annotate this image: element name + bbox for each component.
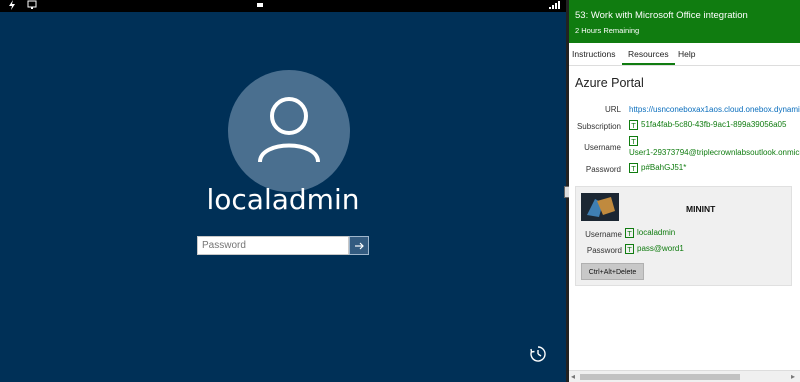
lab-panel: 53: Work with Microsoft Office integrati… bbox=[569, 0, 800, 382]
vm-username-text: localadmin bbox=[637, 228, 676, 238]
type-text-icon[interactable]: T bbox=[629, 120, 638, 130]
vm-login-screen: localadmin bbox=[0, 0, 566, 382]
lightning-icon[interactable] bbox=[8, 0, 16, 12]
vm-thumbnail[interactable] bbox=[581, 193, 619, 221]
horizontal-scrollbar[interactable]: ◂ ▸ bbox=[569, 370, 800, 382]
user-avatar bbox=[228, 70, 350, 192]
subscription-label: Subscription bbox=[576, 122, 621, 131]
vm-toolbar bbox=[0, 0, 566, 12]
user-icon bbox=[258, 97, 320, 163]
type-text-icon[interactable]: T bbox=[629, 136, 638, 146]
type-text-icon[interactable]: T bbox=[625, 228, 634, 238]
subscription-text: 51fa4fab-5c80-43fb-9ac1-899a39056a05 bbox=[641, 120, 787, 130]
submit-button[interactable] bbox=[349, 236, 369, 255]
vm-name: MININT bbox=[686, 204, 716, 214]
vm-username-value[interactable]: Tlocaladmin bbox=[625, 228, 675, 238]
url-link[interactable]: https://usnconeboxax1aos.cloud.onebox.dy… bbox=[629, 105, 800, 114]
type-text-icon[interactable]: T bbox=[625, 244, 634, 254]
keyboard-icon[interactable] bbox=[256, 0, 264, 12]
password-value[interactable]: Tp#BahGJ51* bbox=[629, 163, 686, 173]
arrow-right-icon bbox=[355, 242, 364, 249]
tab-instructions[interactable]: Instructions bbox=[572, 49, 615, 59]
password-box bbox=[197, 236, 369, 255]
vm-username-label: Username bbox=[585, 230, 622, 239]
username-type-icon-wrap[interactable]: T bbox=[629, 136, 641, 146]
scroll-right-icon[interactable]: ▸ bbox=[791, 372, 795, 381]
type-text-icon[interactable]: T bbox=[629, 163, 638, 173]
password-label: Password bbox=[585, 165, 621, 174]
login-username: localadmin bbox=[206, 183, 360, 216]
password-input[interactable] bbox=[197, 236, 349, 255]
lab-tabs: Instructions Resources Help bbox=[569, 43, 800, 66]
username-label: Username bbox=[584, 143, 621, 152]
time-remaining: 2 Hours Remaining bbox=[575, 26, 640, 35]
vm-password-value[interactable]: Tpass@word1 bbox=[625, 244, 684, 254]
tab-resources[interactable]: Resources bbox=[622, 49, 675, 65]
username-value[interactable]: User1-29373794@triplecrownlabsoutlook.on… bbox=[629, 148, 800, 157]
password-text: p#BahGJ51* bbox=[641, 163, 687, 173]
lab-header: 53: Work with Microsoft Office integrati… bbox=[569, 0, 800, 43]
vm-password-text: pass@word1 bbox=[637, 244, 684, 254]
subscription-value[interactable]: T 51fa4fab-5c80-43fb-9ac1-899a39056a05 bbox=[629, 120, 786, 130]
vm-password-label: Password bbox=[586, 246, 622, 255]
scrollbar-thumb[interactable] bbox=[580, 374, 740, 380]
tab-help[interactable]: Help bbox=[678, 49, 695, 59]
section-title: Azure Portal bbox=[575, 76, 644, 90]
scroll-left-icon[interactable]: ◂ bbox=[571, 372, 575, 381]
ease-of-access-icon[interactable] bbox=[528, 344, 548, 364]
monitor-icon[interactable] bbox=[27, 0, 37, 12]
vm-card: MININT Username Tlocaladmin Password Tpa… bbox=[575, 186, 792, 286]
signal-icon bbox=[548, 0, 560, 12]
ctrl-alt-delete-button[interactable]: Ctrl+Alt+Delete bbox=[581, 263, 644, 280]
lab-title: 53: Work with Microsoft Office integrati… bbox=[575, 10, 748, 21]
url-label: URL bbox=[604, 105, 621, 114]
